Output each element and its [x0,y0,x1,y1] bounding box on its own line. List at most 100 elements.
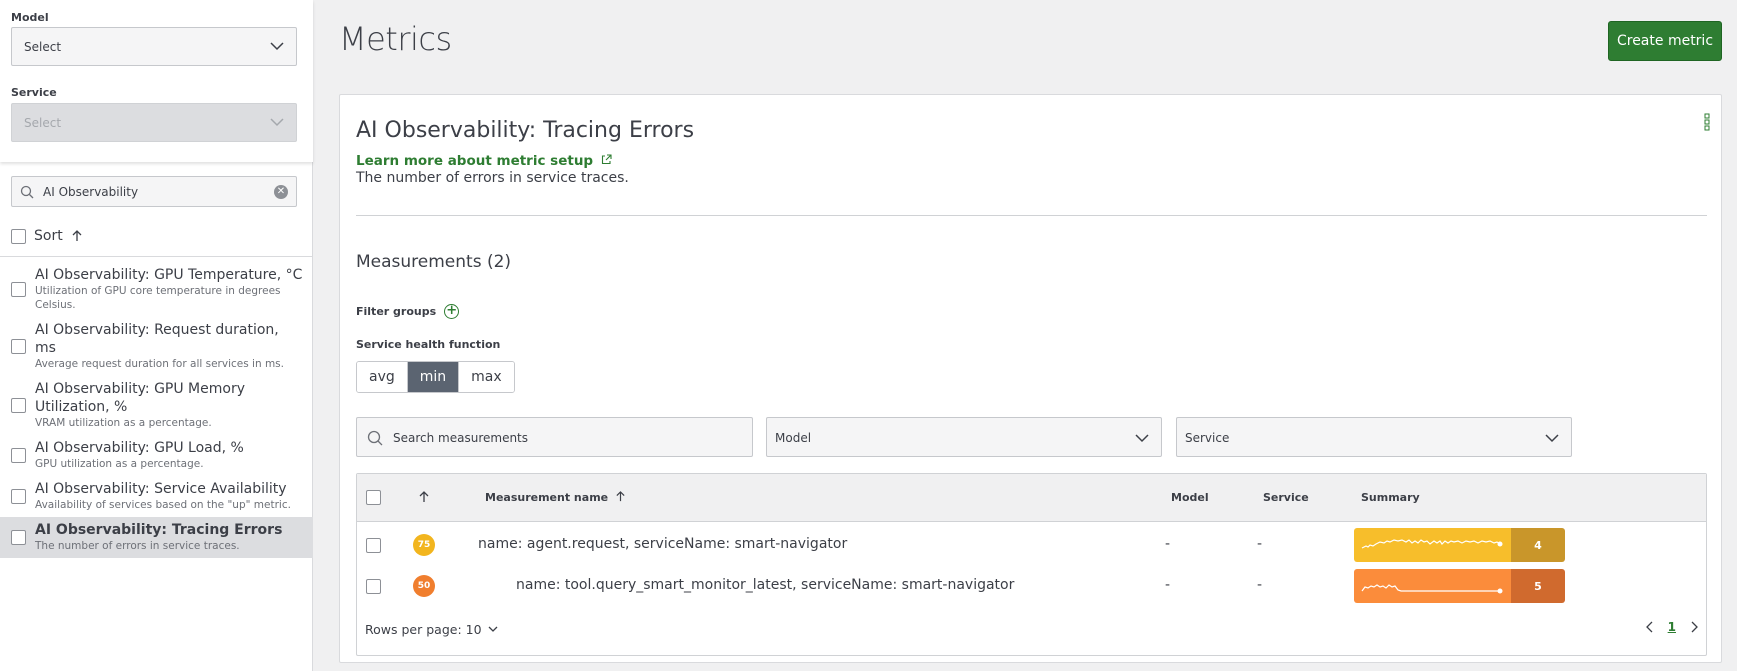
table-header: Measurement name Model Service Summary [357,474,1706,522]
chevron-down-icon [270,118,284,127]
measurement-search-input[interactable]: Search measurements [356,417,753,457]
metric-list-item[interactable]: AI Observability: Service Availability A… [0,476,313,517]
page-title: Metrics [339,20,452,58]
metric-title: AI Observability: Tracing Errors [35,522,283,538]
chevron-down-icon [1545,434,1559,443]
model-dropdown[interactable]: Model [766,417,1162,457]
filter-groups: Filter groups + [356,304,460,319]
measurements-heading: Measurements (2) [356,252,512,272]
metric-search-value: AI Observability [43,185,139,199]
chevron-right-icon[interactable] [1690,621,1698,633]
health-function-label: Service health function [356,338,501,351]
sidebar-filters: Model Select Service Select [0,0,313,162]
sort-label[interactable]: Sort [34,228,63,244]
learn-more-link[interactable]: Learn more about metric setup [356,153,612,169]
arrow-up-icon [616,491,625,502]
add-filter-group-icon[interactable]: + [444,304,460,319]
sidebar-divider [0,256,313,257]
row-checkbox[interactable] [366,579,381,594]
chevron-down-icon [488,626,497,632]
current-page-link[interactable]: 1 [1668,620,1676,634]
metric-title: AI Observability: Service Availability [35,481,287,497]
metric-description: Average request duration for all service… [35,358,284,370]
chevron-down-icon [270,42,284,51]
model-cell: - [1165,536,1171,552]
summary-value: 4 [1511,528,1565,562]
metric-checkbox[interactable] [11,338,26,354]
sparkline-chart [1361,539,1503,549]
summary-value: 5 [1511,569,1565,603]
service-select-value: Select [24,115,62,130]
rows-per-page-select[interactable]: Rows per page: 10 [365,622,498,637]
sidebar: Model Select Service Select AI Observabi… [0,0,313,671]
metric-checkbox[interactable] [11,447,26,463]
segment-min[interactable]: min [407,362,460,392]
select-all-checkbox[interactable] [11,228,26,244]
arrow-up-icon[interactable] [71,230,83,242]
summary-sparkline[interactable]: 5 [1354,569,1565,603]
model-filter-select[interactable]: Select [11,27,297,66]
table-footer: Rows per page: 10 1 [357,609,1706,649]
main-content: Metrics Create metric AI Observability: … [313,0,1737,671]
search-icon [20,185,34,199]
more-options-icon[interactable] [1704,113,1710,131]
column-header-model[interactable]: Model [1171,491,1209,504]
row-checkbox[interactable] [366,538,381,553]
sort-score-icon[interactable] [418,491,430,503]
model-dropdown-value: Model [775,431,812,445]
health-score-badge: 75 [413,534,435,556]
metric-description: GPU utilization as a percentage. [35,458,204,470]
measurement-name: name: agent.request, serviceName: smart-… [478,536,848,552]
service-dropdown-value: Service [1185,431,1230,445]
clear-search-icon[interactable]: ✕ [274,185,288,199]
pagination: 1 [1645,620,1698,634]
external-link-icon [601,154,612,165]
model-filter-label: Model [11,11,49,24]
metric-detail-card: AI Observability: Tracing Errors Learn m… [339,94,1722,663]
metric-list-item[interactable]: AI Observability: GPU Temperature, °C Ut… [0,262,313,317]
metric-list-item-selected[interactable]: AI Observability: Tracing Errors The num… [0,517,313,558]
column-header-name[interactable]: Measurement name [485,491,626,504]
metric-checkbox[interactable] [11,529,26,545]
rows-per-page-label: Rows per page: 10 [365,622,482,637]
metric-checkbox[interactable] [11,281,26,297]
table-row[interactable]: 75 name: agent.request, serviceName: sma… [357,525,1706,566]
table-row[interactable]: 50 name: tool.query_smart_monitor_latest… [357,566,1706,607]
service-dropdown[interactable]: Service [1176,417,1572,457]
metric-list-item[interactable]: AI Observability: GPU Load, % GPU utiliz… [0,435,313,476]
create-metric-button[interactable]: Create metric [1608,21,1722,61]
search-icon [367,430,383,446]
metric-checkbox[interactable] [11,397,26,413]
metric-title: AI Observability: GPU Temperature, °C [35,267,303,283]
measurement-name: name: tool.query_smart_monitor_latest, s… [516,577,1015,593]
filter-groups-label: Filter groups [356,305,437,318]
segment-avg[interactable]: avg [357,362,408,392]
metric-checkbox[interactable] [11,488,26,504]
select-all-rows-checkbox[interactable] [366,490,381,505]
segment-max[interactable]: max [459,362,514,392]
metric-description: The number of errors in service traces. [35,540,240,552]
metric-list-item[interactable]: AI Observability: Request duration, ms A… [0,317,313,376]
metric-search-input[interactable]: AI Observability ✕ [11,176,297,207]
summary-sparkline[interactable]: 4 [1354,528,1565,562]
sparkline-chart [1361,584,1503,594]
column-header-summary[interactable]: Summary [1361,491,1420,504]
metric-description: The number of errors in service traces. [356,170,629,186]
metric-description: Utilization of GPU core temperature in d… [35,285,281,311]
measurements-table: Measurement name Model Service Summary 7… [356,473,1707,656]
chevron-left-icon[interactable] [1645,621,1654,633]
column-header-service[interactable]: Service [1263,491,1309,504]
service-cell: - [1257,577,1263,593]
health-score-badge: 50 [413,575,435,597]
divider [356,215,1707,216]
metric-description: VRAM utilization as a percentage. [35,417,212,429]
metric-title: AI Observability: Tracing Errors [356,118,695,143]
learn-more-label: Learn more about metric setup [356,153,594,169]
metric-list: AI Observability: GPU Temperature, °C Ut… [0,262,313,558]
metric-list-item[interactable]: AI Observability: GPU Memory Utilization… [0,376,313,435]
metric-description: Availability of services based on the "u… [35,499,291,511]
service-filter-select[interactable]: Select [11,103,297,142]
service-filter-label: Service [11,86,57,99]
sparkline-area [1354,569,1511,603]
model-select-value: Select [24,39,62,54]
